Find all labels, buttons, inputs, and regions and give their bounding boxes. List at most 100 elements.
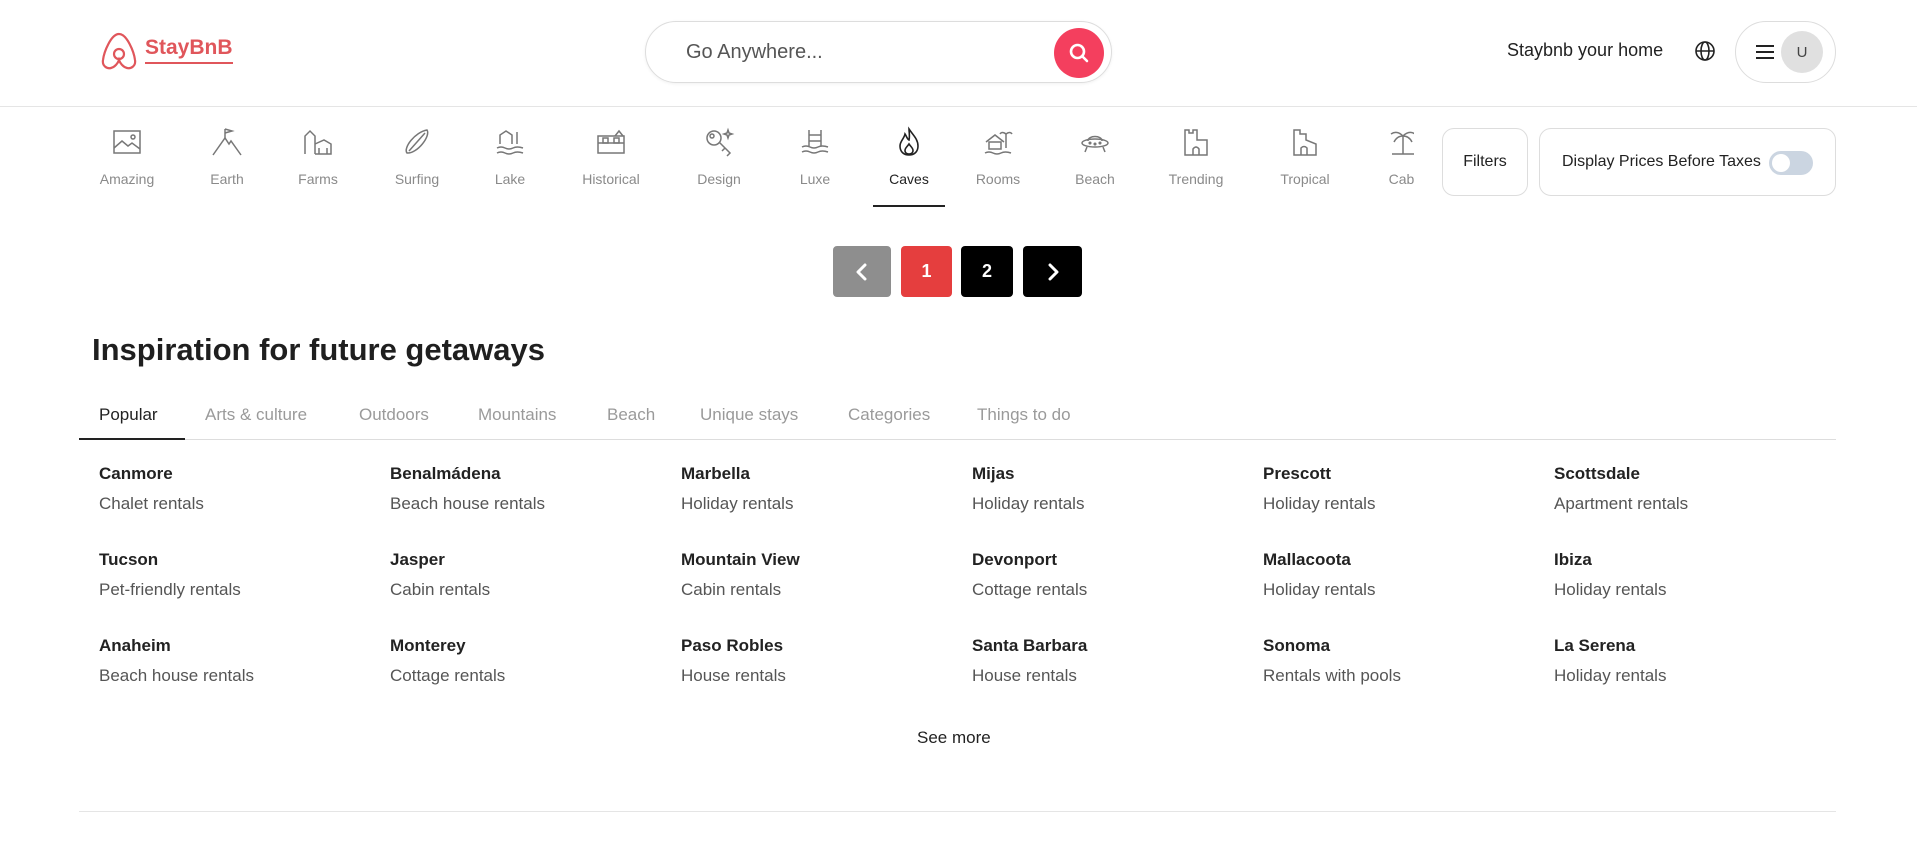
- category-trending[interactable]: Trending: [1167, 120, 1225, 208]
- category-label: Beach: [1075, 171, 1115, 187]
- category-design[interactable]: Design: [694, 120, 744, 208]
- mountain-flag-icon: [212, 128, 242, 156]
- destination-city: Benalmádena: [390, 464, 501, 483]
- destination-rental-type: Holiday rentals: [1554, 666, 1667, 685]
- photo-frame-icon: [113, 130, 141, 154]
- destination-item[interactable]: Scottsdale Apartment rentals: [1554, 463, 1834, 515]
- prev-page-button[interactable]: [833, 246, 891, 297]
- category-beach[interactable]: Beach: [1071, 120, 1119, 208]
- taxes-toggle[interactable]: [1769, 151, 1813, 175]
- category-label: Cabi: [1388, 171, 1414, 187]
- destination-rental-type: Holiday rentals: [1263, 494, 1376, 513]
- destination-city: Scottsdale: [1554, 464, 1640, 483]
- castle-icon: [1184, 129, 1208, 156]
- destination-city: Jasper: [390, 550, 445, 569]
- destination-city: Mallacoota: [1263, 550, 1351, 569]
- destination-item[interactable]: Santa Barbara House rentals: [972, 635, 1252, 687]
- destination-item[interactable]: Jasper Cabin rentals: [390, 549, 670, 601]
- tab-things-to-do[interactable]: Things to do: [977, 405, 1071, 425]
- destination-item[interactable]: Benalmádena Beach house rentals: [390, 463, 670, 515]
- tab-unique-stays[interactable]: Unique stays: [700, 405, 798, 425]
- destination-item[interactable]: Anaheim Beach house rentals: [99, 635, 379, 687]
- page-2-button[interactable]: 2: [961, 246, 1013, 297]
- destination-item[interactable]: Tucson Pet-friendly rentals: [99, 549, 379, 601]
- magic-key-icon: [706, 127, 735, 157]
- destination-rental-type: Holiday rentals: [1554, 580, 1667, 599]
- tab-popular[interactable]: Popular: [99, 405, 158, 425]
- tab-outdoors[interactable]: Outdoors: [359, 405, 429, 425]
- category-rooms[interactable]: Rooms: [973, 120, 1023, 208]
- next-page-button[interactable]: [1023, 246, 1082, 297]
- logo-link[interactable]: StayBnB: [99, 28, 233, 72]
- menu-icon: [1756, 45, 1774, 59]
- destination-rental-type: Pet-friendly rentals: [99, 580, 241, 599]
- host-your-home-link[interactable]: Staybnb your home: [1507, 40, 1663, 61]
- globe-icon[interactable]: [1694, 40, 1716, 62]
- destination-item[interactable]: Paso Robles House rentals: [681, 635, 961, 687]
- category-label: Amazing: [99, 171, 155, 187]
- tab-beach[interactable]: Beach: [607, 405, 655, 425]
- category-tropical[interactable]: Tropical: [1277, 120, 1333, 208]
- barn-icon: [304, 129, 332, 155]
- search-bar[interactable]: [645, 21, 1112, 83]
- pool-icon: [801, 130, 829, 154]
- destination-city: Devonport: [972, 550, 1057, 569]
- category-luxe[interactable]: Luxe: [795, 120, 835, 208]
- destination-rental-type: Beach house rentals: [390, 494, 545, 513]
- tab-categories[interactable]: Categories: [848, 405, 930, 425]
- category-surfing[interactable]: Surfing: [392, 120, 442, 208]
- destination-city: Prescott: [1263, 464, 1332, 483]
- category-amazing[interactable]: Amazing: [99, 120, 155, 208]
- destination-rental-type: Cabin rentals: [681, 580, 782, 599]
- destination-city: La Serena: [1554, 636, 1636, 655]
- destination-rental-type: Rentals with pools: [1263, 666, 1401, 685]
- category-farms[interactable]: Farms: [298, 120, 338, 208]
- filters-button[interactable]: Filters: [1442, 128, 1528, 196]
- destination-city: Marbella: [681, 464, 750, 483]
- category-historical[interactable]: Historical: [580, 120, 642, 208]
- category-label: Surfing: [394, 171, 440, 187]
- destination-item[interactable]: Devonport Cottage rentals: [972, 549, 1252, 601]
- category-cabins[interactable]: Cabi: [1385, 120, 1414, 208]
- page-1-button[interactable]: 1: [901, 246, 952, 297]
- search-icon: [1069, 43, 1089, 63]
- footer-divider: [79, 811, 1836, 812]
- destination-rental-type: Holiday rentals: [681, 494, 794, 513]
- category-lake[interactable]: Lake: [490, 120, 530, 208]
- category-earth[interactable]: Earth: [207, 120, 247, 208]
- destination-item[interactable]: Mountain View Cabin rentals: [681, 549, 961, 601]
- destination-city: Ibiza: [1554, 550, 1592, 569]
- category-label: Tropical: [1280, 171, 1330, 187]
- destination-rental-type: Cottage rentals: [972, 580, 1088, 599]
- see-more-link[interactable]: See more: [917, 728, 991, 748]
- destination-city: Sonoma: [1263, 636, 1331, 655]
- destination-item[interactable]: Sonoma Rentals with pools: [1263, 635, 1543, 687]
- destination-rental-type: Beach house rentals: [99, 666, 254, 685]
- destination-item[interactable]: Canmore Chalet rentals: [99, 463, 379, 515]
- destination-item[interactable]: Monterey Cottage rentals: [390, 635, 670, 687]
- destination-item[interactable]: Prescott Holiday rentals: [1263, 463, 1543, 515]
- tab-mountains[interactable]: Mountains: [478, 405, 556, 425]
- display-prices-before-taxes[interactable]: Display Prices Before Taxes: [1539, 128, 1836, 196]
- destination-item[interactable]: Marbella Holiday rentals: [681, 463, 961, 515]
- ufo-icon: [1081, 135, 1109, 153]
- destination-city: Tucson: [99, 550, 159, 569]
- search-input[interactable]: [686, 22, 1016, 82]
- category-caves[interactable]: Caves: [873, 120, 945, 208]
- destination-city: Anaheim: [99, 636, 171, 655]
- destination-item[interactable]: Ibiza Holiday rentals: [1554, 549, 1834, 601]
- user-menu-button[interactable]: U: [1735, 21, 1836, 83]
- destination-city: Mountain View: [681, 550, 800, 569]
- destination-rental-type: Cabin rentals: [390, 580, 491, 599]
- search-button[interactable]: [1054, 28, 1104, 78]
- destination-item[interactable]: La Serena Holiday rentals: [1554, 635, 1834, 687]
- taxes-label: Display Prices Before Taxes: [1562, 153, 1761, 170]
- category-label: Historical: [582, 171, 640, 187]
- destination-item[interactable]: Mijas Holiday rentals: [972, 463, 1252, 515]
- category-label: Rooms: [975, 171, 1021, 187]
- category-bar: Amazing Earth Farms Surfing Lake Histori…: [99, 120, 1414, 208]
- chevron-right-icon: [1048, 263, 1058, 280]
- destination-rental-type: Apartment rentals: [1554, 494, 1689, 513]
- destination-item[interactable]: Mallacoota Holiday rentals: [1263, 549, 1543, 601]
- tab-arts-culture[interactable]: Arts & culture: [205, 405, 307, 425]
